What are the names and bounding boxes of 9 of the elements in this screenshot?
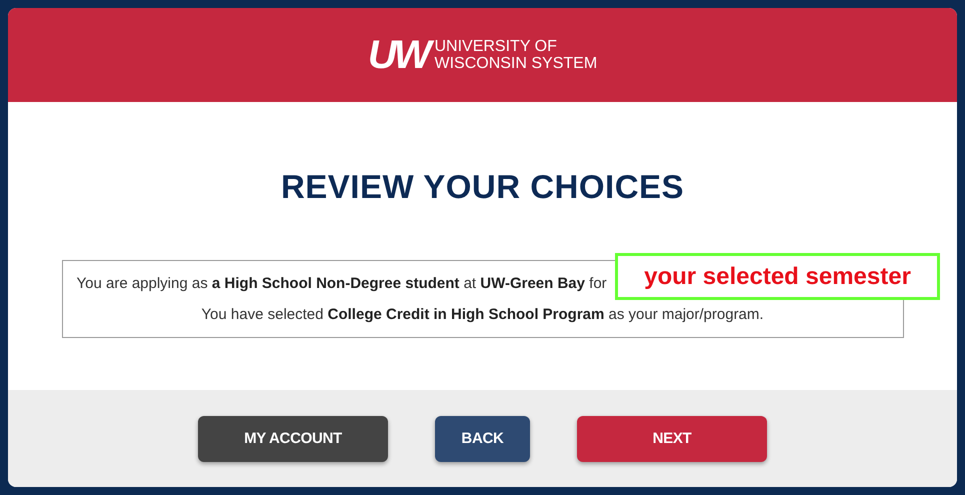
account-button[interactable]: MY ACCOUNT [198, 416, 388, 462]
logo-text: UNIVERSITY OF [434, 38, 558, 55]
logo-text: WISCONSIN SYSTEM [434, 55, 598, 72]
summary-text: You are applying as a High School Non-Degree student at UW-Green Bay for [76, 275, 607, 292]
summary-text: You have selected College Credit in High School Program as your major/program. [201, 306, 764, 323]
annotation-callout: your selected semester [615, 253, 940, 300]
page-title: REVIEW YOUR CHOICES [280, 168, 684, 206]
next-button[interactable]: NEXT [577, 416, 767, 462]
back-button[interactable]: BACK [435, 416, 530, 462]
